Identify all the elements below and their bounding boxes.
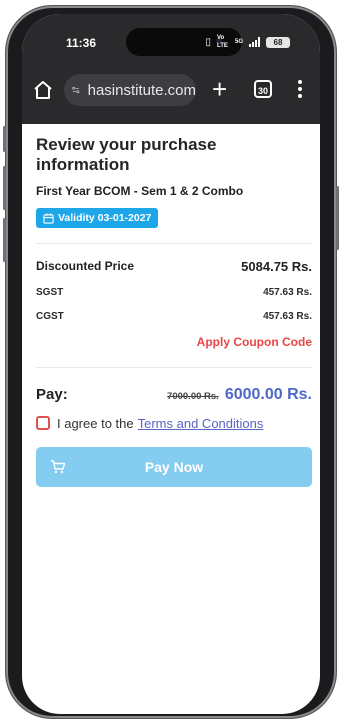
- network-label: Vo LTE: [216, 35, 228, 49]
- tab-switcher-icon[interactable]: 30: [254, 80, 272, 98]
- home-icon[interactable]: [32, 80, 54, 100]
- phone-side-button: [3, 126, 6, 152]
- pay-label: Pay:: [36, 385, 68, 403]
- new-tab-icon[interactable]: +: [212, 76, 227, 102]
- phone-side-button: [336, 186, 339, 250]
- apply-coupon-link[interactable]: Apply Coupon Code: [36, 335, 312, 349]
- calendar-icon: [43, 212, 54, 224]
- divider: [36, 366, 312, 368]
- agree-text: I agree to the: [57, 415, 134, 431]
- pay-now-label: Pay Now: [144, 458, 204, 475]
- cgst-label: CGST: [36, 310, 64, 322]
- phone-screen: 11:36 ▯ Vo LTE 5G 68 hasinstitute.com + …: [22, 14, 320, 714]
- sgst-label: SGST: [36, 286, 64, 298]
- battery-icon: 68: [266, 36, 290, 48]
- site-settings-icon[interactable]: [72, 82, 80, 98]
- vibrate-icon: ▯: [205, 36, 211, 48]
- pay-now-button[interactable]: Pay Now: [36, 446, 312, 487]
- original-price: 7000.00 Rs.: [167, 390, 219, 402]
- terms-link[interactable]: Terms and Conditions: [138, 416, 264, 431]
- validity-badge: Validity 03-01-2027: [36, 208, 159, 228]
- cgst-row: CGST 457.63 Rs.: [36, 311, 312, 322]
- discounted-price-value: 5084.75 Rs.: [241, 258, 312, 274]
- course-name: First Year BCOM - Sem 1 & 2 Combo: [36, 184, 244, 198]
- url-text: hasinstitute.com: [87, 81, 196, 99]
- validity-text: Validity 03-01-2027: [58, 212, 152, 224]
- signal-icon: [249, 37, 260, 47]
- phone-side-button: [3, 218, 6, 262]
- discounted-price-row: Discounted Price 5084.75 Rs.: [36, 259, 312, 274]
- more-menu-icon[interactable]: [298, 80, 302, 101]
- final-price: 6000.00 Rs.: [224, 385, 312, 403]
- pay-row: Pay: 7000.00 Rs. 6000.00 Rs.: [36, 386, 312, 404]
- sgst-row: SGST 457.63 Rs.: [36, 287, 312, 298]
- cart-icon: [51, 459, 66, 473]
- cgst-value: 457.63 Rs.: [263, 310, 312, 322]
- browser-top-bar: 11:36 ▯ Vo LTE 5G 68 hasinstitute.com + …: [22, 14, 320, 124]
- divider: [36, 242, 312, 244]
- status-icons: ▯ Vo LTE 5G 68: [205, 34, 290, 50]
- phone-side-button: [3, 166, 6, 210]
- status-time: 11:36: [66, 36, 97, 50]
- url-bar: hasinstitute.com + 30: [22, 70, 320, 110]
- url-field[interactable]: hasinstitute.com: [64, 74, 196, 106]
- terms-checkbox[interactable]: [36, 416, 50, 430]
- signal-label: 5G: [234, 39, 243, 45]
- purchase-review: Review your purchase information First Y…: [36, 126, 312, 487]
- sgst-value: 457.63 Rs.: [263, 286, 312, 298]
- discounted-price-label: Discounted Price: [36, 259, 135, 273]
- terms-agreement: I agree to the Terms and Conditions: [36, 416, 312, 431]
- page-title: Review your purchase information: [36, 135, 217, 174]
- pay-prices: 7000.00 Rs. 6000.00 Rs.: [167, 386, 312, 404]
